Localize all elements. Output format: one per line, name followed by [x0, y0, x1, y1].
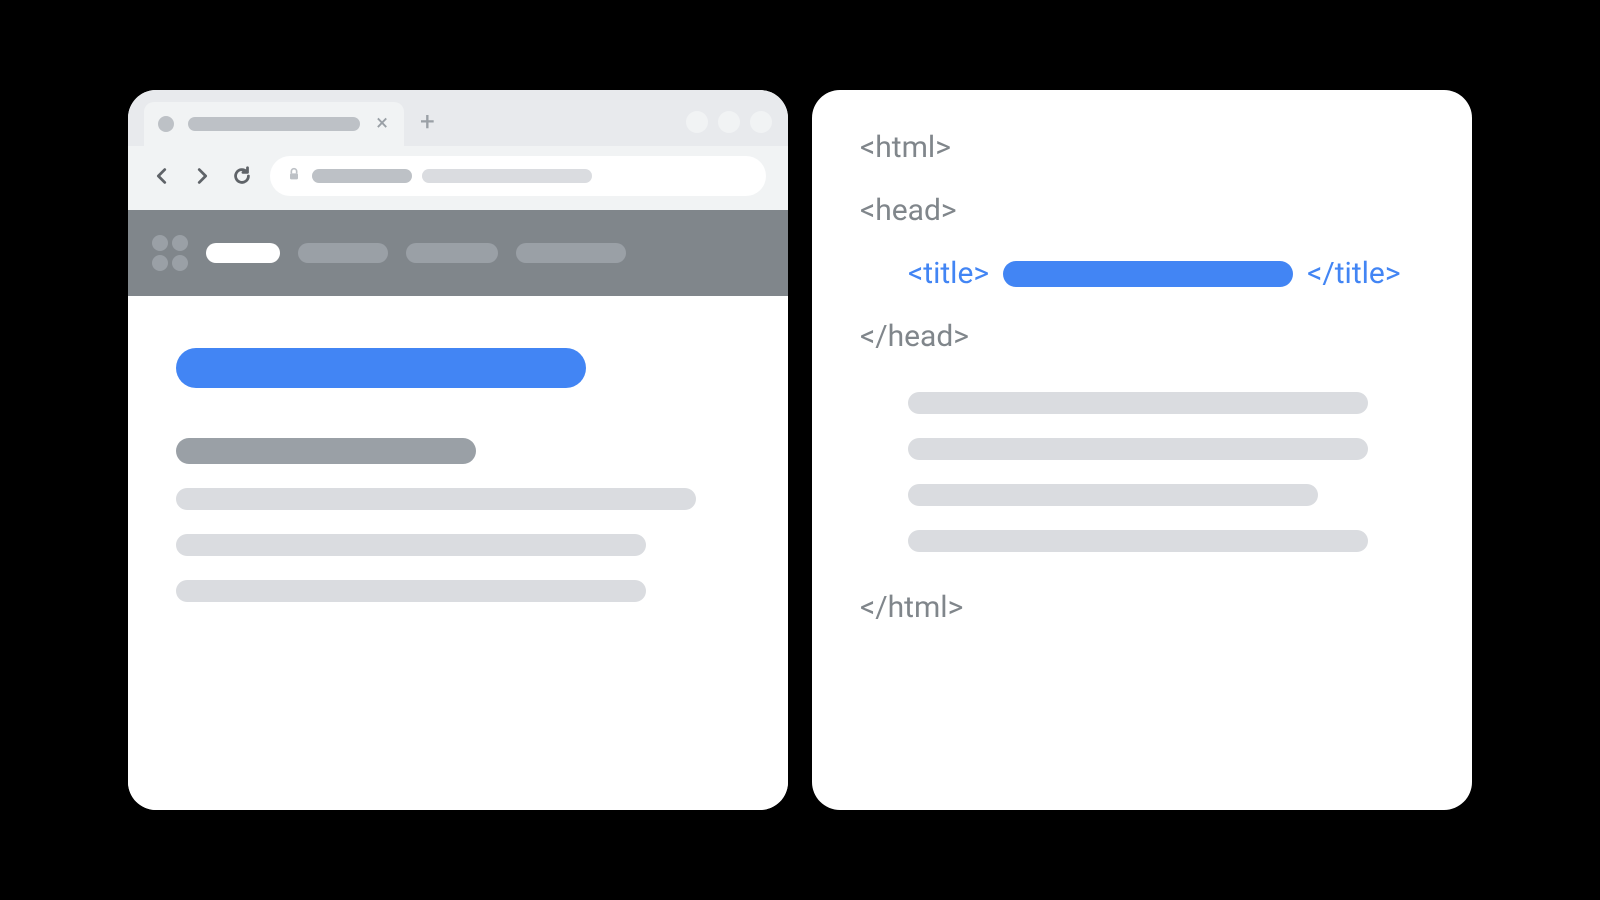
site-logo-icon: [152, 235, 188, 271]
text-line-placeholder: [908, 484, 1318, 506]
address-bar[interactable]: [270, 156, 766, 196]
nav-item[interactable]: [516, 243, 626, 263]
code-tag-html-open: <html>: [860, 130, 1424, 165]
window-control-button[interactable]: [718, 111, 740, 133]
nav-item-active[interactable]: [206, 243, 280, 263]
lock-icon: [286, 166, 302, 186]
reload-icon[interactable]: [230, 164, 254, 188]
code-tag-html-close: </html>: [860, 590, 1424, 625]
close-icon[interactable]: ×: [374, 113, 390, 135]
title-content-placeholder: [1003, 261, 1293, 287]
browser-chrome: × +: [128, 90, 788, 210]
code-panel: <html> <head> <title> </title> </head> <…: [812, 90, 1472, 810]
nav-item[interactable]: [298, 243, 388, 263]
code-title-line: <title> </title>: [860, 256, 1424, 291]
text-line-placeholder: [176, 488, 696, 510]
nav-item[interactable]: [406, 243, 498, 263]
tab-strip: × +: [128, 90, 788, 146]
text-line-placeholder: [908, 530, 1368, 552]
code-body-block: [860, 382, 1424, 562]
window-control-button[interactable]: [686, 111, 708, 133]
browser-toolbar: [128, 146, 788, 210]
page-content: [128, 296, 788, 810]
tab-favicon-icon: [158, 116, 174, 132]
new-tab-button[interactable]: +: [420, 109, 435, 139]
window-controls: [686, 111, 772, 137]
back-icon[interactable]: [150, 164, 174, 188]
code-tag-head-open: <head>: [860, 193, 1424, 228]
code-tag-title-close: </title>: [1307, 256, 1400, 291]
code-tag-title-open: <title>: [908, 256, 989, 291]
subheading-placeholder: [176, 438, 476, 464]
text-line-placeholder: [908, 438, 1368, 460]
text-line-placeholder: [176, 534, 646, 556]
page-title-placeholder: [176, 348, 586, 388]
browser-tab[interactable]: ×: [144, 102, 404, 146]
tab-title-placeholder: [188, 117, 360, 131]
url-segment: [422, 169, 592, 183]
browser-window: × +: [128, 90, 788, 810]
url-segment: [312, 169, 412, 183]
window-control-button[interactable]: [750, 111, 772, 133]
code-tag-head-close: </head>: [860, 319, 1424, 354]
article-block: [176, 438, 740, 602]
forward-icon[interactable]: [190, 164, 214, 188]
site-nav: [128, 210, 788, 296]
text-line-placeholder: [908, 392, 1368, 414]
text-line-placeholder: [176, 580, 646, 602]
